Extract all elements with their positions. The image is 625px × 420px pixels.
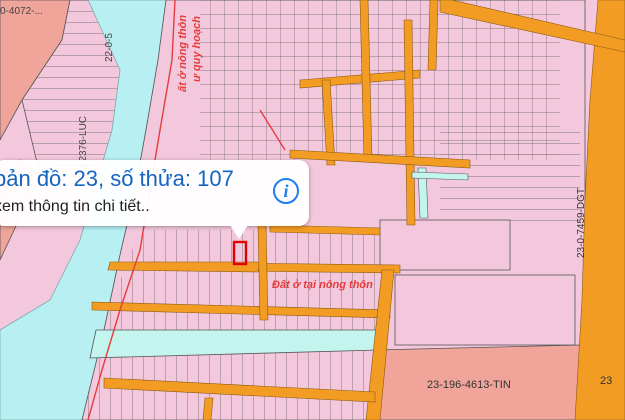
- parcel-info-callout[interactable]: bản đồ: 23, số thửa: 107 xem thông tin c…: [0, 160, 309, 226]
- info-icon[interactable]: i: [273, 178, 299, 204]
- label-river-code: 22-0-5: [104, 33, 115, 62]
- large-parcel-southeast: [394, 274, 576, 346]
- label-dgt: 23-0-7459-DGT: [576, 188, 587, 258]
- label-rural-residential: Đất ở tại nông thôn: [272, 279, 373, 291]
- callout-title: bản đồ: 23, số thửa: 107: [0, 166, 234, 191]
- callout-pointer: [230, 225, 248, 239]
- callout-detail-link[interactable]: xem thông tin chi tiết..: [0, 198, 150, 216]
- large-parcel-east: [379, 219, 511, 271]
- road-v-central: [257, 224, 269, 321]
- road-vertical-d: [427, 0, 439, 71]
- label-rural-planning: ất ở nông thôn: [177, 15, 189, 92]
- label-planning-suffix: ư quy hoạch: [191, 16, 203, 82]
- label-bottom-right: 23: [600, 375, 612, 387]
- road-v-bottom: [202, 397, 214, 420]
- label-tin: 23-196-4613-TIN: [427, 379, 511, 391]
- label-top-left-code: 0-4072-...: [0, 6, 43, 17]
